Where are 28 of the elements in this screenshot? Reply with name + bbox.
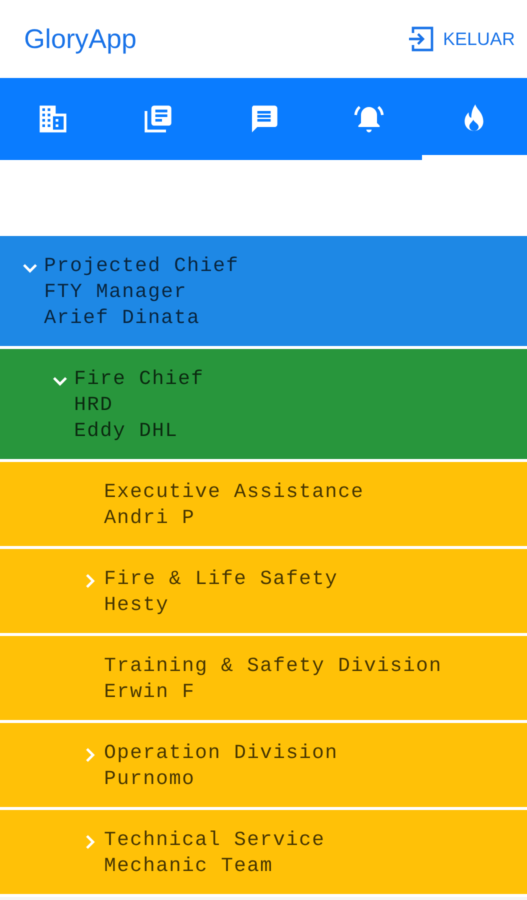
node-label: Fire Chief — [74, 367, 204, 393]
documents-icon — [142, 102, 174, 134]
tree-row[interactable]: Training & Safety Division Erwin F — [0, 636, 527, 723]
node-label: Operation Division — [104, 741, 338, 767]
tree-row[interactable]: Projected Chief FTY Manager Arief Dinata — [0, 236, 527, 349]
logout-button[interactable]: KELUAR — [402, 21, 519, 57]
tree-row[interactable]: Operation Division Purnomo — [0, 723, 527, 810]
node-label: Mechanic Team — [104, 854, 274, 880]
node-label: Projected Chief — [44, 254, 240, 280]
node-label: Training & Safety Division — [104, 654, 442, 680]
tree-row[interactable]: Fire Chief HRD Eddy DHL — [0, 349, 527, 462]
node-label: Executive Assistance — [104, 480, 364, 506]
node-label: HRD — [74, 393, 114, 419]
tree-row[interactable]: Technical Service Mechanic Team — [0, 810, 527, 897]
node-label: FTY Manager — [44, 280, 188, 306]
node-label: Hesty — [104, 593, 170, 619]
node-label: Erwin F — [104, 680, 196, 706]
app-title: GloryApp — [24, 22, 137, 56]
building-icon — [36, 102, 69, 134]
node-label: Eddy DHL — [74, 419, 180, 445]
tree-row[interactable]: Executive Assistance Andri P — [0, 462, 527, 549]
tree-row[interactable]: Fire & Life Safety Hesty — [0, 549, 527, 636]
node-label: Andri P — [104, 506, 196, 532]
node-label: Purnomo — [104, 767, 196, 793]
node-label: Technical Service — [104, 828, 326, 854]
node-label: Fire & Life Safety — [104, 567, 338, 593]
logout-icon — [406, 25, 435, 53]
node-label: Arief Dinata — [44, 306, 202, 332]
